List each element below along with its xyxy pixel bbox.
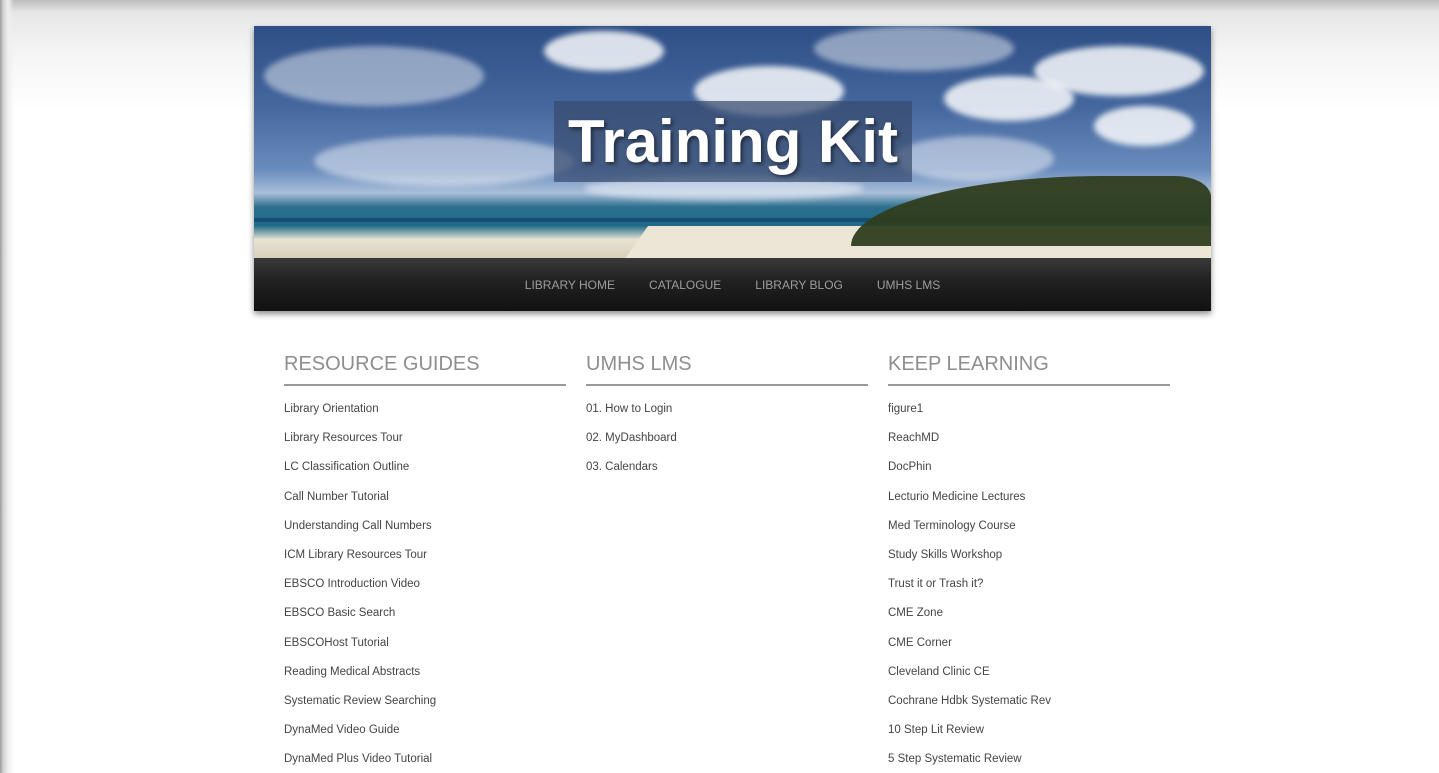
list-item: figure1 [888,399,1170,428]
list-item: Reading Medical Abstracts [284,662,566,691]
resource-link[interactable]: EBSCO Basic Search [284,607,395,619]
learning-link[interactable]: Cochrane Hdbk Systematic Rev [888,695,1051,707]
list-item: DynaMed Plus Video Tutorial [284,749,566,773]
column-resource-guides: RESOURCE GUIDES Library Orientation Libr… [284,350,566,773]
heading-keep-learning: KEEP LEARNING [888,350,1170,386]
learning-link[interactable]: Med Terminology Course [888,520,1016,532]
resource-link[interactable]: ICM Library Resources Tour [284,549,427,561]
resource-link[interactable]: Call Number Tutorial [284,491,389,503]
learning-link[interactable]: Lecturio Medicine Lectures [888,491,1025,503]
list-item: EBSCO Basic Search [284,603,566,632]
learning-link[interactable]: Trust it or Trash it? [888,578,983,590]
heading-resource-guides: RESOURCE GUIDES [284,350,566,386]
list-item: 03. Calendars [586,457,868,486]
list-item: Trust it or Trash it? [888,574,1170,603]
learning-link[interactable]: Study Skills Workshop [888,549,1002,561]
list-item: ReachMD [888,428,1170,457]
list-item: Study Skills Workshop [888,545,1170,574]
keep-learning-list: figure1 ReachMD DocPhin Lecturio Medicin… [888,399,1170,773]
lms-link[interactable]: 01. How to Login [586,403,672,415]
nav-umhs-lms[interactable]: UMHS LMS [877,278,940,292]
nav-catalogue[interactable]: CATALOGUE [649,278,721,292]
learning-link[interactable]: CME Zone [888,607,943,619]
list-item: DocPhin [888,457,1170,486]
list-item: Call Number Tutorial [284,487,566,516]
resource-link[interactable]: Systematic Review Searching [284,695,436,707]
list-item: Systematic Review Searching [284,691,566,720]
lms-link[interactable]: 03. Calendars [586,461,658,473]
window-top-shadow [0,0,1439,12]
list-item: 01. How to Login [586,399,868,428]
nav-library-blog[interactable]: LIBRARY BLOG [755,278,843,292]
list-item: Library Resources Tour [284,428,566,457]
title-box: Training Kit [554,101,912,182]
resource-link[interactable]: DynaMed Plus Video Tutorial [284,753,432,765]
learning-link[interactable]: 10 Step Lit Review [888,724,984,736]
list-item: CME Zone [888,603,1170,632]
resource-link[interactable]: EBSCOHost Tutorial [284,637,389,649]
list-item: Cleveland Clinic CE [888,662,1170,691]
learning-link[interactable]: DocPhin [888,461,931,473]
list-item: Med Terminology Course [888,516,1170,545]
learning-link[interactable]: Cleveland Clinic CE [888,666,990,678]
nav-library-home[interactable]: LIBRARY HOME [525,278,615,292]
page: Training Kit LIBRARY HOME CATALOGUE LIBR… [0,0,1439,773]
resource-guides-list: Library Orientation Library Resources To… [284,399,566,773]
resource-link[interactable]: Reading Medical Abstracts [284,666,420,678]
column-umhs-lms: UMHS LMS 01. How to Login 02. MyDashboar… [586,350,868,487]
list-item: 5 Step Systematic Review [888,749,1170,773]
window-left-shadow [0,0,14,773]
lms-link[interactable]: 02. MyDashboard [586,432,677,444]
list-item: Understanding Call Numbers [284,516,566,545]
learning-link[interactable]: 5 Step Systematic Review [888,753,1022,765]
list-item: CME Corner [888,633,1170,662]
list-item: LC Classification Outline [284,457,566,486]
site-header: Training Kit LIBRARY HOME CATALOGUE LIBR… [254,26,1211,311]
umhs-lms-list: 01. How to Login 02. MyDashboard 03. Cal… [586,399,868,487]
resource-link[interactable]: Library Orientation [284,403,379,415]
resource-link[interactable]: LC Classification Outline [284,461,409,473]
beach-banner-image: Training Kit [254,26,1211,258]
learning-link[interactable]: figure1 [888,403,923,415]
resource-link[interactable]: Library Resources Tour [284,432,403,444]
resource-link[interactable]: DynaMed Video Guide [284,724,400,736]
learning-link[interactable]: ReachMD [888,432,939,444]
list-item: EBSCOHost Tutorial [284,633,566,662]
page-title: Training Kit [568,108,898,175]
list-item: EBSCO Introduction Video [284,574,566,603]
column-keep-learning: KEEP LEARNING figure1 ReachMD DocPhin Le… [888,350,1170,773]
island-trees [851,176,1211,246]
resource-link[interactable]: EBSCO Introduction Video [284,578,420,590]
list-item: DynaMed Video Guide [284,720,566,749]
list-item: ICM Library Resources Tour [284,545,566,574]
list-item: Library Orientation [284,399,566,428]
learning-link[interactable]: CME Corner [888,637,952,649]
list-item: 10 Step Lit Review [888,720,1170,749]
list-item: Cochrane Hdbk Systematic Rev [888,691,1170,720]
list-item: 02. MyDashboard [586,428,868,457]
main-nav: LIBRARY HOME CATALOGUE LIBRARY BLOG UMHS… [254,258,1211,311]
list-item: Lecturio Medicine Lectures [888,487,1170,516]
resource-link[interactable]: Understanding Call Numbers [284,520,432,532]
heading-umhs-lms: UMHS LMS [586,350,868,386]
